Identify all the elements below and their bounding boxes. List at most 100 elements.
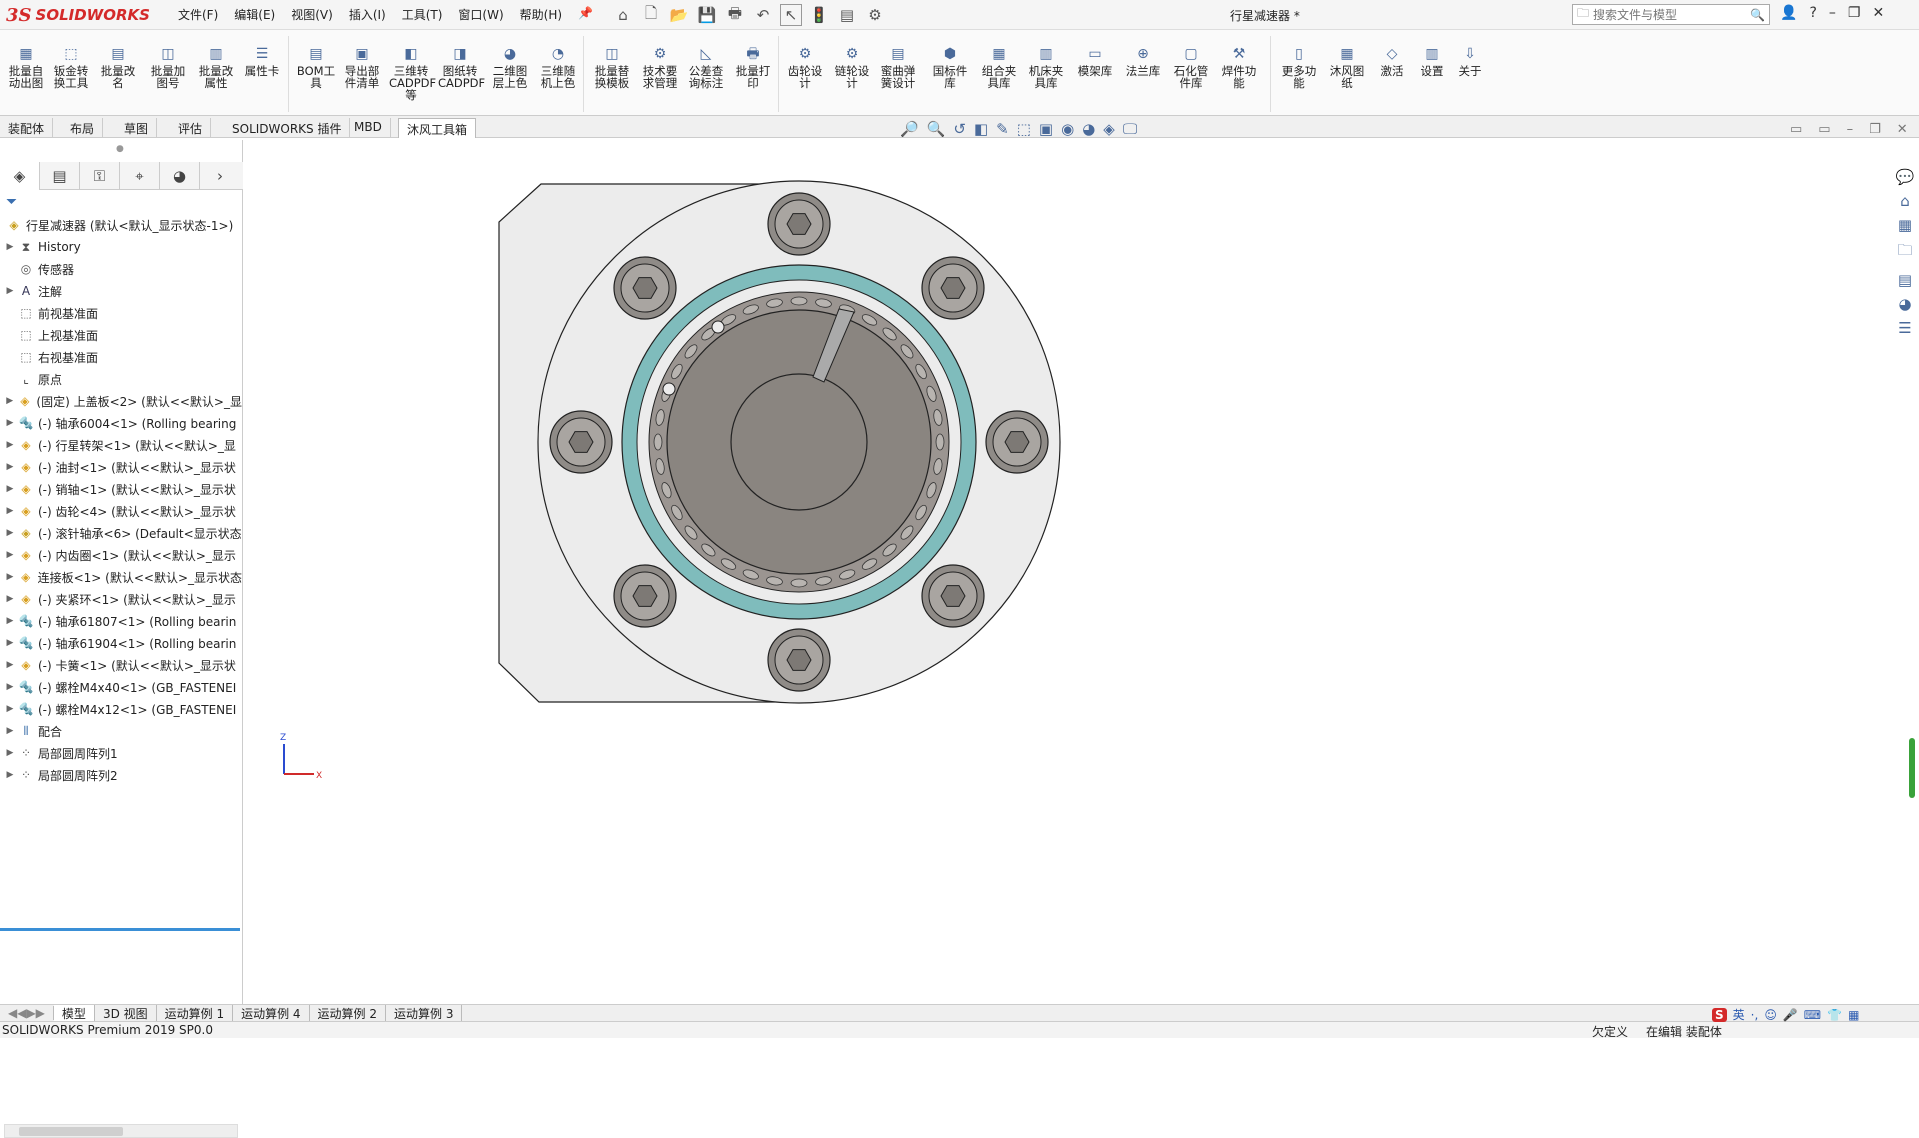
menu-tools[interactable]: 工具(T): [402, 6, 443, 23]
undo-icon[interactable]: ↶: [752, 4, 774, 26]
expand-arrow-icon[interactable]: ▶: [4, 748, 16, 758]
expand-arrow-icon[interactable]: ▶: [4, 704, 16, 714]
pin-icon[interactable]: 📌: [578, 6, 593, 23]
options-gear-icon[interactable]: ⚙: [864, 4, 886, 26]
tree-item[interactable]: ⬚ 上视基准面: [4, 324, 242, 346]
panel-more-chevron-icon[interactable]: ›: [200, 162, 240, 190]
tab-scroll-arrows-icon[interactable]: ◀◀▶▶: [0, 1006, 54, 1020]
punctuation-icon[interactable]: ·,: [1751, 1008, 1759, 1022]
tree-item[interactable]: ▶ 🔩 (-) 螺栓M4x40<1> (GB_FASTENEI: [4, 676, 242, 698]
horizontal-scrollbar[interactable]: [4, 1124, 238, 1138]
3d-random-color-button[interactable]: ◔ 三维随 机上色: [536, 46, 580, 89]
export-parts-list-button[interactable]: ▣ 导出部 件清单: [340, 46, 384, 89]
view-orientation-icon[interactable]: ⬚: [1017, 120, 1031, 138]
user-icon[interactable]: 👤: [1780, 5, 1797, 21]
tab-motion-study-4[interactable]: 运动算例 4: [233, 1004, 310, 1022]
flange-library-button[interactable]: ⊕ 法兰库: [1121, 46, 1165, 77]
expand-arrow-icon[interactable]: ▶: [4, 418, 16, 428]
tab-mufeng-toolbox[interactable]: 沐风工具箱: [398, 118, 477, 138]
graphics-area[interactable]: Z X: [244, 140, 1892, 1002]
expand-arrow-icon[interactable]: ▶: [4, 616, 16, 626]
menu-edit[interactable]: 编辑(E): [234, 6, 275, 23]
display-style-icon[interactable]: ▣: [1039, 120, 1053, 138]
emoji-icon[interactable]: ☺: [1764, 1008, 1777, 1022]
machine-fixture-library-button[interactable]: ▥ 机床夹 具库: [1024, 46, 1068, 89]
mold-base-library-button[interactable]: ▭ 模架库: [1073, 46, 1117, 77]
about-button[interactable]: ⇩ 关于: [1448, 46, 1492, 77]
sprocket-design-button[interactable]: ⚙ 链轮设 计: [830, 46, 874, 89]
display-manager-tab-icon[interactable]: ◕: [160, 162, 200, 190]
tree-item[interactable]: ▶ ⧗ History: [4, 236, 242, 258]
batch-print-button[interactable]: 🖶 批量打 印: [731, 46, 775, 89]
file-properties-icon[interactable]: ▤: [836, 4, 858, 26]
expand-arrow-icon[interactable]: ▶: [4, 726, 16, 736]
model-view[interactable]: Z X: [244, 140, 1892, 1002]
keyboard-icon[interactable]: ⌨: [1804, 1008, 1821, 1022]
expand-arrow-icon[interactable]: ▶: [4, 286, 16, 296]
tree-item[interactable]: ▶ 🔩 (-) 轴承61904<1> (Rolling bearin: [4, 632, 242, 654]
menu-view[interactable]: 视图(V): [291, 6, 333, 23]
feature-manager-tab-icon[interactable]: ◈: [0, 162, 40, 190]
expand-arrow-icon[interactable]: ▶: [4, 484, 16, 494]
zoom-area-icon[interactable]: 🔍: [927, 120, 946, 138]
toolbox-grid-icon[interactable]: ▦: [1848, 1008, 1859, 1022]
petrochem-fittings-library-button[interactable]: ▢ 石化管 件库: [1169, 46, 1213, 89]
tab-sketch[interactable]: 草图: [116, 118, 158, 138]
weldment-tools-button[interactable]: ⚒ 焊件功 能: [1217, 46, 1261, 89]
tile-left-icon[interactable]: ▭: [1790, 122, 1802, 137]
tree-item[interactable]: ◎ 传感器: [4, 258, 242, 280]
expand-arrow-icon[interactable]: ▶: [4, 242, 16, 252]
tree-root[interactable]: ◈ 行星减速器 (默认<默认_显示状态-1>): [4, 214, 242, 236]
scrollbar-thumb[interactable]: [19, 1127, 123, 1136]
solidworks-resources-icon[interactable]: 💬: [1896, 168, 1915, 186]
expand-arrow-icon[interactable]: ▶: [4, 440, 16, 450]
tree-item[interactable]: ▶ ◈ (-) 夹紧环<1> (默认<<默认>_显示: [4, 588, 242, 610]
bom-tool-button[interactable]: ▤ BOM工 具: [294, 46, 338, 89]
home-icon[interactable]: ⌂: [612, 4, 634, 26]
restore-icon[interactable]: ❐: [1848, 5, 1861, 21]
dynamic-annotation-icon[interactable]: ✎: [996, 120, 1009, 138]
expand-arrow-icon[interactable]: ▶: [4, 770, 16, 780]
tab-assembly[interactable]: 装配体: [0, 118, 54, 138]
property-card-button[interactable]: ☰ 属性卡: [240, 46, 284, 77]
print-icon[interactable]: 🖶: [724, 4, 746, 26]
tolerance-query-button[interactable]: ◺ 公差查 询标注: [684, 46, 728, 89]
file-explorer-icon[interactable]: 🗀: [1897, 240, 1912, 265]
tree-item[interactable]: ▶ A 注解: [4, 280, 242, 302]
menu-insert[interactable]: 插入(I): [349, 6, 386, 23]
viewport-restore-icon[interactable]: ❐: [1869, 122, 1881, 137]
tab-motion-study-2[interactable]: 运动算例 2: [310, 1004, 386, 1022]
menu-help[interactable]: 帮助(H): [520, 6, 562, 23]
expand-arrow-icon[interactable]: ▶: [4, 506, 16, 516]
menu-window[interactable]: 窗口(W): [458, 6, 503, 23]
sheetmetal-convert-button[interactable]: ⬚ 钣金转 换工具: [49, 46, 93, 89]
apply-scene-icon[interactable]: ◈: [1103, 120, 1115, 138]
tree-item[interactable]: ⬚ 前视基准面: [4, 302, 242, 324]
previous-view-icon[interactable]: ↺: [953, 120, 966, 138]
modular-fixture-library-button[interactable]: ▦ 组合夹 具库: [977, 46, 1021, 89]
tab-model[interactable]: 模型: [53, 1004, 95, 1022]
design-library-icon[interactable]: ▦: [1898, 216, 1912, 234]
search-icon[interactable]: 🔍: [1750, 8, 1765, 22]
expand-arrow-icon[interactable]: ▶: [4, 682, 16, 692]
panel-collapse-handle[interactable]: ●: [116, 144, 124, 154]
solidworks-logo[interactable]: 3S SOLIDWORKS: [6, 2, 156, 28]
tree-item[interactable]: ▶ ◈ (-) 内齿圈<1> (默认<<默认>_显示: [4, 544, 242, 566]
view-settings-icon[interactable]: 🖵: [1123, 120, 1137, 138]
3d-to-cadpdf-button[interactable]: ◧ 三维转 CADPDF 等: [389, 46, 436, 101]
help-icon[interactable]: ?: [1809, 5, 1816, 21]
configuration-manager-tab-icon[interactable]: ⚿: [80, 162, 120, 190]
tab-3d-view[interactable]: 3D 视图: [95, 1004, 157, 1022]
custom-properties-icon[interactable]: ☰: [1898, 319, 1911, 337]
tile-right-icon[interactable]: ▭: [1818, 122, 1830, 137]
edit-appearance-icon[interactable]: ◕: [1082, 120, 1095, 138]
section-view-icon[interactable]: ◧: [974, 120, 988, 138]
expand-arrow-icon[interactable]: ▶: [4, 528, 16, 538]
batch-drawing-button[interactable]: ▦ 批量自 动出图: [4, 46, 48, 89]
tab-evaluate[interactable]: 评估: [170, 118, 212, 138]
property-manager-tab-icon[interactable]: ▤: [40, 162, 80, 190]
tree-filter-icon[interactable]: ⏷: [6, 194, 17, 210]
activate-button[interactable]: ◇ 激活: [1370, 46, 1414, 77]
rollback-bar[interactable]: [0, 928, 240, 931]
tree-item[interactable]: ▶ ⫴ 配合: [4, 720, 242, 742]
